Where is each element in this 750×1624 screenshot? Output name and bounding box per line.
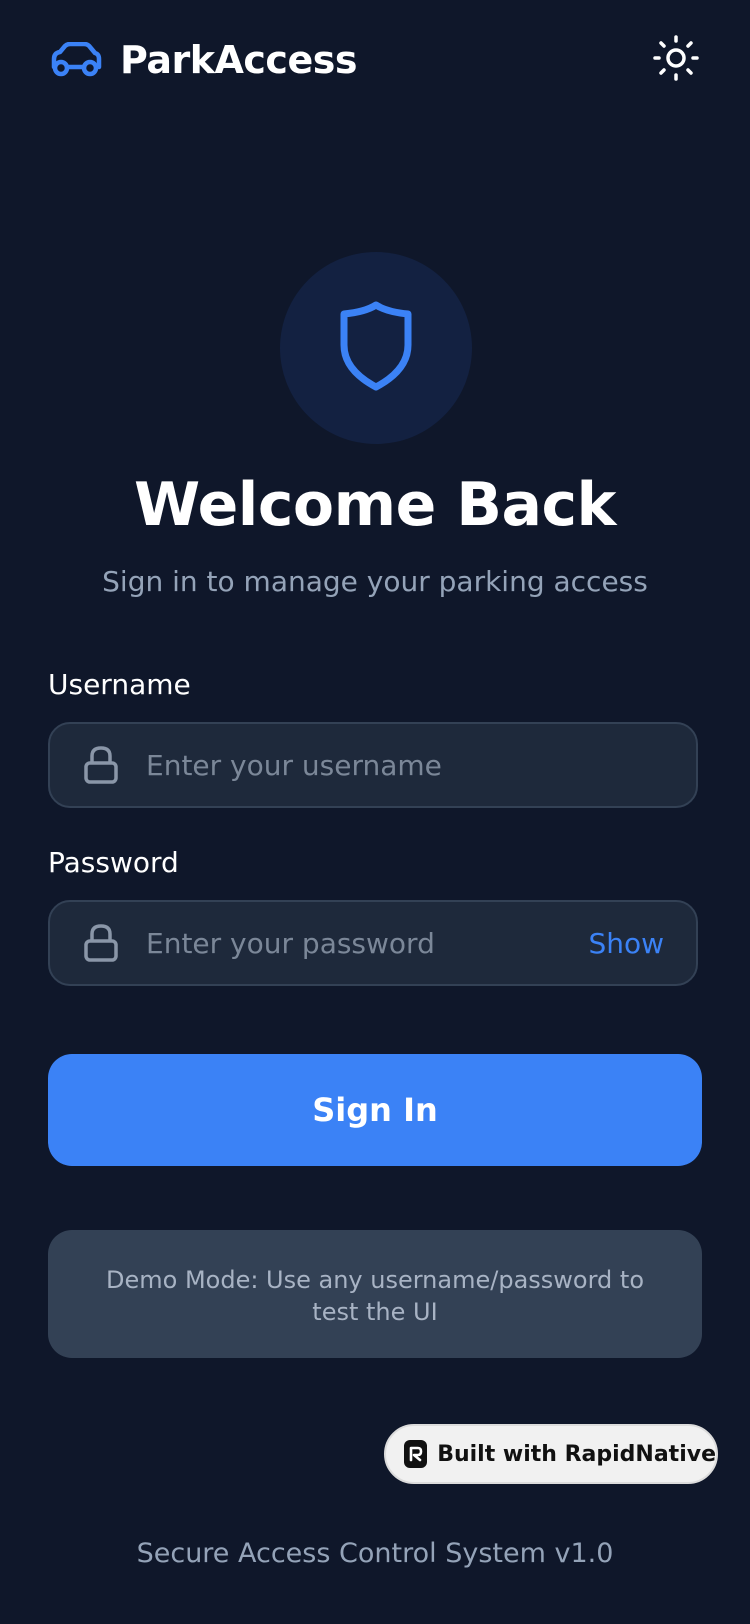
hero-badge [280, 252, 472, 444]
lock-icon [82, 745, 120, 785]
built-with-label: Built with RapidNative [437, 1441, 716, 1467]
password-field[interactable]: Show [48, 900, 698, 986]
rapidnative-logo-icon [404, 1440, 428, 1468]
lock-icon [82, 923, 120, 963]
app-header: ParkAccess [48, 30, 700, 90]
password-input[interactable] [146, 926, 589, 960]
username-label: Username [48, 668, 191, 701]
car-icon [48, 40, 102, 80]
brand: ParkAccess [48, 30, 357, 90]
built-with-badge[interactable]: Built with RapidNative [384, 1424, 718, 1484]
password-label: Password [48, 846, 179, 879]
sign-in-button[interactable]: Sign In [48, 1054, 702, 1166]
demo-mode-notice: Demo Mode: Use any username/password to … [48, 1230, 702, 1358]
sun-icon [653, 35, 699, 85]
theme-toggle-button[interactable] [652, 35, 700, 85]
username-field[interactable] [48, 722, 698, 808]
shield-icon [338, 300, 414, 396]
app-title: ParkAccess [120, 38, 357, 82]
footer-version: Secure Access Control System v1.0 [136, 1538, 614, 1569]
username-input[interactable] [146, 748, 696, 782]
page-title: Welcome Back [134, 470, 616, 540]
page-subtitle: Sign in to manage your parking access [102, 565, 648, 598]
show-password-toggle[interactable]: Show [588, 927, 664, 960]
